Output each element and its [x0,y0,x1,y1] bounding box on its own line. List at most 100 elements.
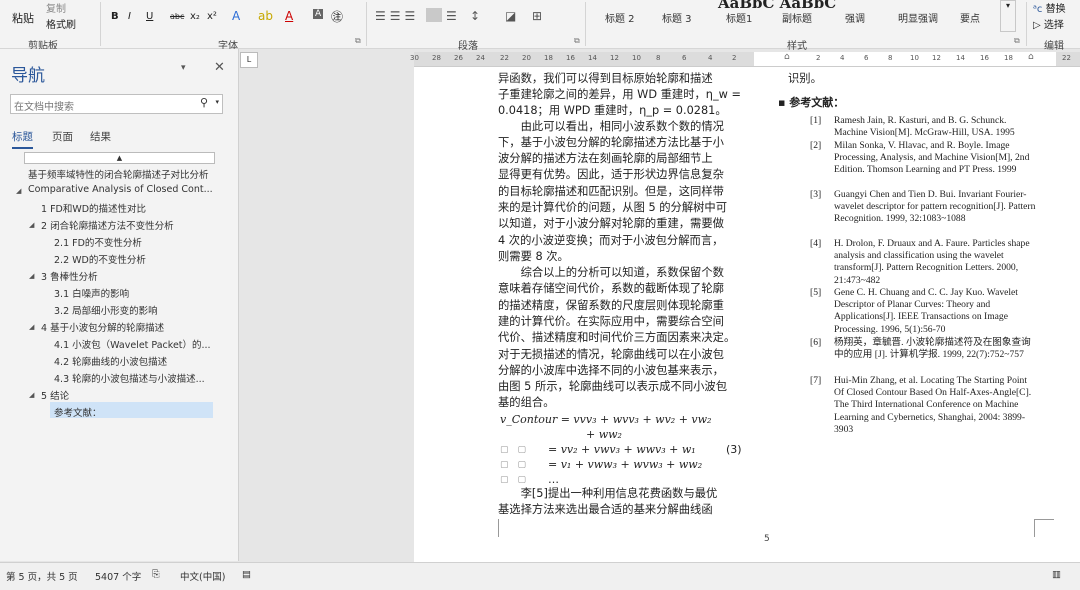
nav-heading-item[interactable]: 基于频率域特性的闭合轮廓描述子对比分析 [28,167,209,181]
format-painter-button[interactable]: 格式刷 [46,16,76,31]
copy-button[interactable]: 复制 [46,0,66,15]
nav-heading-item[interactable]: 3.2 局部细小形变的影响 [54,303,158,317]
style-subtitle[interactable]: 副标题 [782,10,812,25]
bold-button[interactable]: B [111,11,119,22]
tab-selector-icon[interactable]: L [240,52,258,68]
superscript-button[interactable]: x² [207,11,217,22]
equation-line: + ww₂ [586,428,622,441]
body-line: 由此可以看出，相同小波系数个数的情况 [498,120,724,133]
close-icon[interactable]: ✕ [214,60,225,75]
read-mode-icon[interactable]: ▥ [1052,569,1061,580]
equation-line: v_Contour = vvv₃ + wvv₃ + wv₂ + vw₂ [500,413,712,426]
font-color-icon[interactable]: A [285,9,293,23]
proofing-icon[interactable]: ⎘ [152,569,160,580]
ruler-tick: 22 [1062,54,1071,62]
style-emphasis[interactable]: 强调 [845,10,865,25]
ref-number: [6] [810,337,822,348]
body-line: 对于无损描述的情况，轮廓曲线可以在小波包 [498,348,724,361]
borders-icon[interactable]: ⊞ [532,9,542,23]
distributed-icon[interactable]: ☰ [446,9,457,23]
ruler-tick: 8 [656,54,661,62]
shading-icon[interactable]: ◪ [505,9,516,23]
underline-button[interactable]: U [146,11,153,22]
chevron-down-icon[interactable]: ▾ [215,98,219,106]
nav-heading-item[interactable]: 4.3 轮廓的小波包描述与小波描述... [54,371,205,385]
ref-number: [2] [810,140,822,151]
reference-item: Milan Sonka, V. Hlavac, and R. Boyle. Im… [834,140,1030,176]
right-indent-marker-icon[interactable]: ⌂ [1028,52,1034,62]
line-spacing-icon[interactable]: ↕ [470,9,480,23]
style-heading3[interactable]: 标题 3 [662,10,692,25]
nav-search-box[interactable]: 在文档中搜索 ⚲ ▾ [10,94,223,114]
nav-heading-item[interactable]: 4 基于小波包分解的轮廓描述 [41,320,164,334]
ruler-tick: 14 [588,54,597,62]
nav-heading-item[interactable]: 1 FD和WD的描述性对比 [41,201,146,215]
nav-heading-item[interactable]: 2.1 FD的不变性分析 [54,235,142,249]
horizontal-ruler[interactable]: 30 28 26 24 22 20 18 16 14 12 10 8 6 4 2… [410,52,1080,67]
nav-scroll-up-icon[interactable]: ▲ [24,152,215,164]
replace-button[interactable]: ᵃc 替换 [1033,0,1066,15]
tab-results[interactable]: 结果 [90,129,111,144]
reference-item: Guangyi Chen and Tien D. Bui. Invariant … [834,189,1036,225]
ruler-tick: 24 [476,54,485,62]
body-line: 的目标轮廓描述和匹配识别。但是，这同样带 [498,185,724,198]
collapse-triangle-icon[interactable]: ◢ [29,272,34,280]
style-title1[interactable]: 标题1 [726,10,752,25]
word-count[interactable]: 5407 个字 [95,569,141,583]
page-count[interactable]: 第 5 页，共 5 页 [6,569,78,583]
language-indicator[interactable]: 中文(中国) [180,569,225,583]
body-line: 识别。 [788,72,822,85]
body-line: 则需要 8 次。 [498,250,569,263]
subscript-button[interactable]: x₂ [190,11,200,22]
ruler-tick: 6 [864,54,869,62]
document-page[interactable]: 异函数，我们可以得到目标原始轮廓和描述 子重建轮廓之间的差异，用 WD 重建时，… [414,67,1080,564]
nav-heading-item[interactable]: Comparative Analysis of Closed Cont... [28,184,213,195]
select-button[interactable]: ▷ 选择 [1033,16,1064,31]
collapse-triangle-icon[interactable]: ◢ [16,187,21,195]
tab-headings[interactable]: 标题 [12,129,33,149]
ref-number: [3] [810,189,822,200]
nav-heading-item[interactable]: 3 鲁棒性分析 [41,269,98,283]
body-line: 0.0418；用 WPD 重建时，η_p = 0.0281。 [498,104,727,117]
font-dialog-launcher-icon[interactable]: ⧉ [355,36,361,46]
collapse-triangle-icon[interactable]: ◢ [29,221,34,229]
ref-number: [7] [810,375,822,386]
styles-scroll-icon[interactable]: ▾ [1000,0,1016,32]
justify-button[interactable] [426,8,442,22]
collapse-triangle-icon[interactable]: ◢ [29,391,34,399]
collapse-triangle-icon[interactable]: ◢ [29,323,34,331]
italic-button[interactable]: I [128,11,131,22]
search-input[interactable]: 在文档中搜索 [14,98,74,113]
paragraph-dialog-launcher-icon[interactable]: ⧉ [574,36,580,46]
indent-marker-icon[interactable]: ⌂ [784,52,790,62]
strikethrough-button[interactable]: abc [170,12,184,21]
enclose-char-icon[interactable]: ㊟ [331,8,343,25]
nav-heading-item-selected[interactable]: 参考文献： [54,405,102,419]
body-line: 显得更有优势。因此，适于形状边界信息复杂 [498,168,724,181]
macro-record-icon[interactable]: ▤ [242,569,251,580]
nav-heading-item[interactable]: 3.1 白噪声的影响 [54,286,129,300]
ref-number: [5] [810,287,822,298]
editing-group-label: 编辑 [1044,41,1064,52]
alignment-icons[interactable]: ☰☰☰ [375,9,419,23]
style-heading2[interactable]: 标题 2 [605,10,635,25]
nav-heading-item[interactable]: 4.1 小波包（Wavelet Packet）的... [54,337,211,351]
style-key-point[interactable]: 要点 [960,10,980,25]
highlight-icon[interactable]: ab [258,9,273,23]
char-shading-icon[interactable]: A [313,9,324,19]
nav-heading-item[interactable]: 2 闭合轮廓描述方法不变性分析 [41,218,174,232]
style-intense-emphasis[interactable]: 明显强调 [898,10,938,25]
text-effects-icon[interactable]: A [232,9,240,23]
bullet: ▪ [778,96,790,109]
styles-dialog-launcher-icon[interactable]: ⧉ [1014,36,1020,46]
search-icon[interactable]: ⚲ [200,96,208,109]
nav-heading-item[interactable]: 2.2 WD的不变性分析 [54,252,146,266]
body-line: 由图 5 所示，轮廓曲线可以表示成不同小波包 [498,380,728,393]
ruler-tick: 26 [454,54,463,62]
nav-options-icon[interactable]: ▾ [181,63,186,73]
nav-heading-item[interactable]: 5 结论 [41,388,69,402]
paste-button[interactable]: 粘贴 [12,10,34,26]
ruler-tick: 12 [932,54,941,62]
nav-heading-item[interactable]: 4.2 轮廓曲线的小波包描述 [54,354,167,368]
tab-pages[interactable]: 页面 [52,129,73,144]
